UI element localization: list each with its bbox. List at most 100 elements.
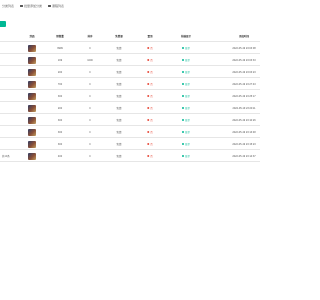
display-dot-icon	[181, 71, 184, 73]
course-cover-image	[28, 116, 36, 124]
created-time: 2022-05-19 23:10:26	[232, 118, 256, 122]
cover-thumbnail[interactable]	[28, 150, 36, 162]
table-row[interactable]: 300 0 免费 否 显示 2022-05-19 23:25:17	[0, 90, 260, 102]
top-label: 否	[150, 119, 153, 122]
table-header-row: 封面 销售量 排序 免费课 置顶 前端显示 添加时间	[0, 30, 260, 42]
created-time: 2022-05-19 23:20:11	[232, 106, 256, 110]
top-label: 否	[150, 59, 153, 62]
sales-count: 700	[57, 82, 63, 86]
sales-count: 300	[57, 94, 63, 98]
display-status[interactable]: 显示	[181, 102, 191, 114]
free-status: 免费	[116, 131, 122, 134]
display-status[interactable]: 显示	[181, 126, 190, 138]
top-dot-icon	[147, 107, 150, 109]
sort-value: 0	[89, 118, 91, 122]
cover-thumbnail[interactable]	[28, 90, 36, 102]
cover-thumbnail[interactable]	[28, 78, 36, 90]
sort-value: 0	[89, 154, 91, 158]
tab-category-list-label: 分类列表	[2, 3, 15, 8]
table-row[interactable]: 9999 0 免费 否 显示 2022-05-19 23:03:08	[0, 42, 260, 54]
cover-thumbnail[interactable]	[28, 42, 36, 54]
top-dot-icon	[147, 155, 150, 157]
sort-value: 0	[89, 142, 91, 146]
created-time: 2022-05-19 23:25:17	[232, 94, 256, 98]
top-label: 否	[150, 131, 153, 134]
top-status[interactable]: 否	[147, 102, 153, 114]
top-dot-icon	[147, 95, 150, 97]
cover-thumbnail[interactable]	[28, 138, 36, 150]
free-status: 免费	[116, 83, 122, 86]
display-dot-icon	[181, 131, 184, 133]
tab-category-list[interactable]: 分类列表	[2, 1, 14, 10]
header-sales: 销售量	[56, 35, 64, 38]
table-footer-count: 共10条	[2, 155, 10, 158]
display-dot-icon	[181, 47, 184, 49]
free-status: 免费	[116, 119, 122, 122]
sort-value: 0	[89, 70, 91, 74]
header-cover: 封面	[29, 35, 35, 38]
top-status[interactable]: 否	[147, 42, 153, 54]
table-row[interactable]: 400 0 免费 否 显示 2022-05-19 23:14:37	[0, 150, 260, 162]
created-time: 2022-05-19 23:14:37	[232, 154, 256, 158]
table-row[interactable]: 200 0 免费 否 显示 2022-05-19 23:03:23	[0, 66, 260, 78]
display-status[interactable]: 显示	[181, 66, 191, 78]
top-status[interactable]: 否	[147, 138, 153, 150]
cover-thumbnail[interactable]	[28, 102, 36, 114]
tab-batch-add-category-label: 批量添加分类	[24, 3, 43, 8]
tab-batch-add-category[interactable]: 批量添加分类	[20, 1, 42, 10]
header-top: 置顶	[147, 35, 153, 38]
table-row[interactable]: 300 0 免费 否 显示 2022-05-19 23:10:26	[0, 114, 260, 126]
header-time: 添加时间	[238, 35, 250, 38]
free-status: 免费	[116, 71, 122, 74]
course-cover-image	[28, 128, 36, 136]
sales-count: 9999	[57, 46, 63, 50]
display-dot-icon	[181, 143, 184, 145]
top-dot-icon	[147, 119, 150, 121]
cover-thumbnail[interactable]	[28, 66, 36, 78]
free-status: 免费	[116, 95, 122, 98]
table-row[interactable]: 200 0 免费 否 显示 2022-05-19 23:20:11	[0, 102, 260, 114]
cover-thumbnail[interactable]	[28, 114, 36, 126]
display-dot-icon	[181, 59, 184, 61]
sales-count: 200	[57, 70, 63, 74]
sales-count: 300	[57, 130, 63, 134]
display-status[interactable]: 显示	[181, 138, 190, 150]
add-button[interactable]	[0, 21, 6, 27]
sales-count: 199	[57, 58, 63, 62]
cover-thumbnail[interactable]	[28, 126, 36, 138]
display-status[interactable]: 显示	[181, 90, 190, 102]
tab-course-list[interactable]: 课程列表	[48, 1, 64, 10]
top-status[interactable]: 否	[147, 90, 153, 102]
display-status[interactable]: 显示	[181, 42, 190, 54]
display-status[interactable]: 显示	[181, 54, 190, 66]
top-dot-icon	[147, 143, 150, 145]
top-status[interactable]: 否	[147, 114, 153, 126]
table-row[interactable]: 700 0 免费 否 显示 2022-05-19 23:27:43	[0, 78, 260, 90]
display-label: 显示	[184, 107, 191, 110]
free-status: 免费	[116, 47, 122, 50]
top-label: 否	[150, 95, 153, 98]
display-label: 显示	[184, 83, 191, 86]
display-status[interactable]: 显示	[181, 78, 191, 90]
top-status[interactable]: 否	[147, 66, 153, 78]
table-row[interactable]: 300 0 免费 否 显示 2022-05-19 23:13:48	[0, 126, 260, 138]
sales-count: 200	[57, 106, 63, 110]
display-label: 显示	[184, 155, 191, 158]
free-status: 免费	[116, 143, 122, 146]
table-row[interactable]: 199 1000 免费 否 显示 2022-05-19 23:03:33	[0, 54, 260, 66]
cover-thumbnail[interactable]	[28, 54, 36, 66]
top-dot-icon	[147, 47, 150, 49]
display-label: 显示	[184, 71, 191, 74]
display-status[interactable]: 显示	[181, 114, 190, 126]
top-status[interactable]: 否	[147, 78, 153, 90]
created-time: 2022-05-19 23:03:08	[232, 46, 256, 50]
top-dot-icon	[147, 83, 150, 85]
top-status[interactable]: 否	[147, 150, 153, 162]
top-status[interactable]: 否	[147, 126, 153, 138]
display-status[interactable]: 显示	[181, 150, 191, 162]
top-dot-icon	[147, 71, 150, 73]
top-status[interactable]: 否	[147, 54, 153, 66]
course-table: 封面 销售量 排序 免费课 置顶 前端显示 添加时间 9999 0 免费 否 显…	[0, 30, 260, 162]
table-row[interactable]: 300 0 免费 否 显示 2022-05-19 23:15:23	[0, 138, 260, 150]
sort-value: 0	[89, 46, 91, 50]
